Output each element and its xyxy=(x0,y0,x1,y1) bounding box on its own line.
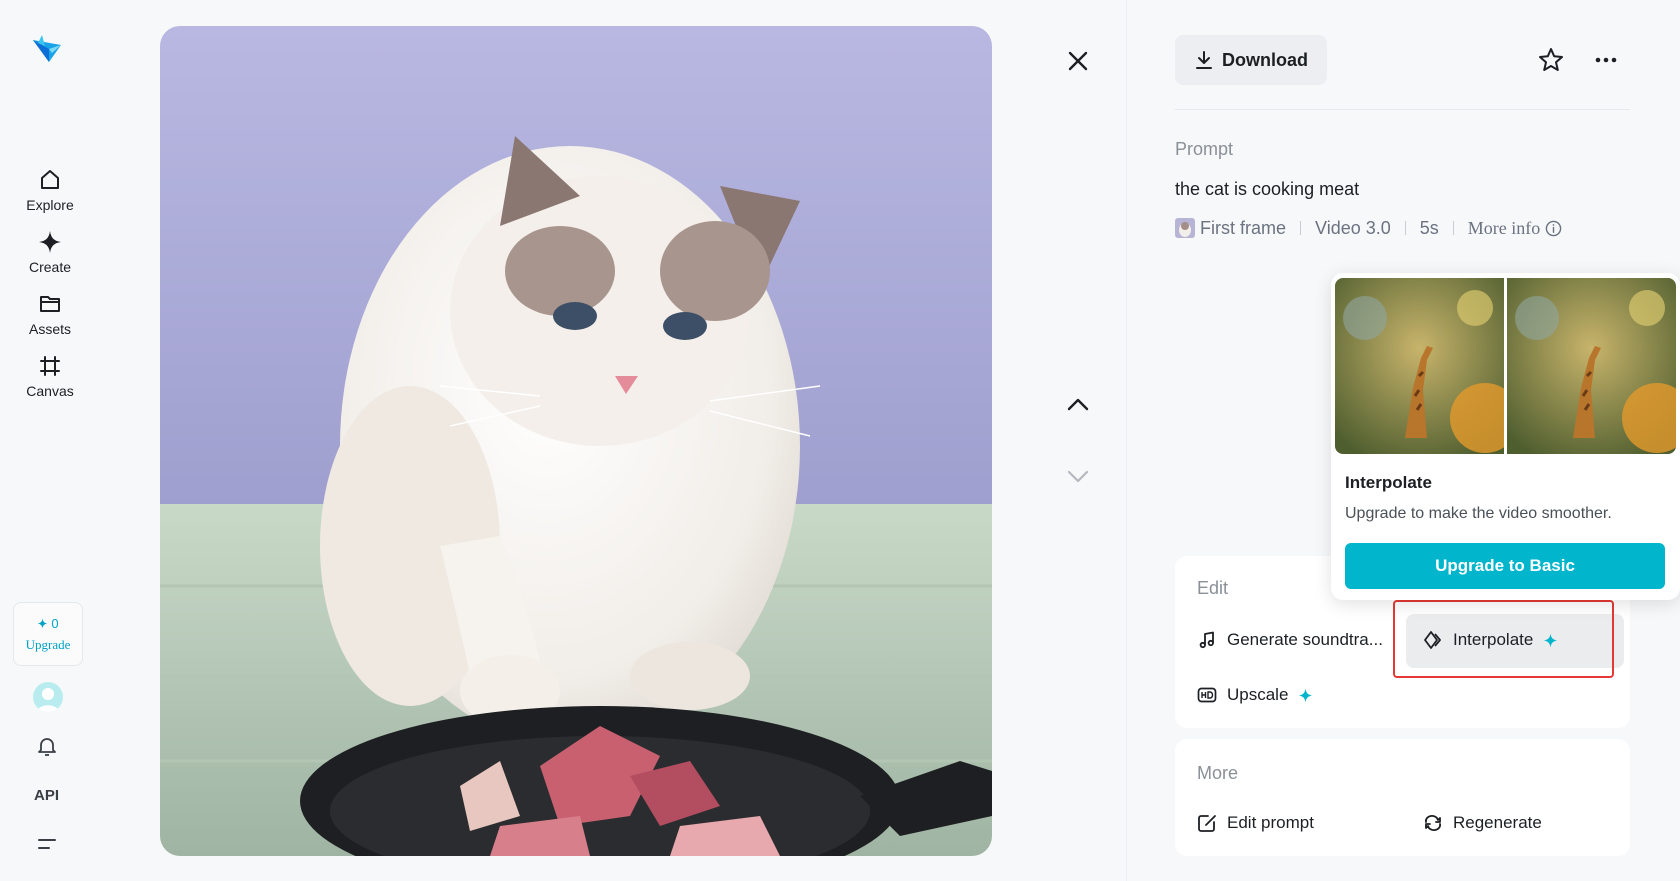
interpolate-preview-images xyxy=(1335,278,1676,454)
download-label: Download xyxy=(1222,49,1308,70)
sidebar-item-label: Explore xyxy=(26,197,74,213)
sparkle-icon xyxy=(37,229,63,255)
hd-icon xyxy=(1197,685,1217,705)
more-section-title: More xyxy=(1197,763,1239,783)
first-frame-thumbnail[interactable] xyxy=(1175,218,1195,238)
download-button[interactable]: Download xyxy=(1175,35,1327,85)
prompt-text: the cat is cooking meat xyxy=(1175,179,1360,199)
edit-section-title: Edit xyxy=(1197,578,1229,598)
canvas-icon xyxy=(37,353,63,379)
avatar[interactable] xyxy=(33,682,63,712)
sidebar-item-create[interactable]: Create xyxy=(10,224,90,280)
header-divider xyxy=(1175,109,1630,110)
bell-icon[interactable] xyxy=(35,734,59,758)
generate-soundtrack-label: Generate soundtra... xyxy=(1227,630,1383,649)
credits-count: 0 xyxy=(51,615,59,631)
first-frame-label: First frame xyxy=(1200,217,1287,238)
more-info-label: More info xyxy=(1467,217,1541,238)
sparkle-icon xyxy=(37,617,48,629)
menu-icon[interactable] xyxy=(37,836,57,852)
more-info-link[interactable]: More info xyxy=(1468,218,1562,239)
meta-separator xyxy=(1300,221,1302,235)
meta-separator xyxy=(1404,221,1406,235)
sidebar-item-explore[interactable]: Explore xyxy=(10,162,90,218)
chevron-up-icon[interactable] xyxy=(1064,391,1092,419)
edit-prompt-label: Edit prompt xyxy=(1227,813,1314,832)
video-duration: 5s xyxy=(1419,217,1439,238)
chevron-down-icon[interactable] xyxy=(1064,462,1092,490)
generated-video-preview[interactable] xyxy=(160,26,992,856)
preview-frame-after xyxy=(1507,278,1676,454)
upscale-button[interactable]: Upscale xyxy=(1197,675,1313,715)
generation-metadata: First frame Video 3.0 5s More info xyxy=(1175,216,1562,240)
edit-prompt-icon xyxy=(1197,813,1217,833)
popover-description: Upgrade to make the video smoother. xyxy=(1345,505,1612,522)
sidebar-item-assets[interactable]: Assets xyxy=(10,286,90,342)
panel-divider xyxy=(1126,0,1127,881)
popover-title: Interpolate xyxy=(1345,473,1432,492)
left-sidebar: Explore Create Assets Canvas 0 Upgrade A… xyxy=(0,0,100,881)
interpolate-upgrade-popover: Interpolate Upgrade to make the video sm… xyxy=(1331,273,1680,600)
credits-balance: 0 xyxy=(37,615,59,631)
sidebar-item-canvas[interactable]: Canvas xyxy=(10,348,90,404)
api-link[interactable]: API xyxy=(34,787,59,804)
meta-separator xyxy=(1452,221,1454,235)
regenerate-icon xyxy=(1423,813,1443,833)
upgrade-label: Upgrade xyxy=(25,636,71,652)
app-logo[interactable] xyxy=(30,32,64,66)
preview-frame-before xyxy=(1335,278,1504,454)
interpolate-label: Interpolate xyxy=(1453,630,1534,649)
close-icon[interactable] xyxy=(1064,47,1092,75)
prompt-label: Prompt xyxy=(1175,139,1234,159)
cat-cooking-image xyxy=(160,26,992,856)
edit-prompt-button[interactable]: Edit prompt xyxy=(1197,803,1314,843)
sidebar-item-label: Canvas xyxy=(26,383,74,399)
interpolate-icon xyxy=(1423,630,1443,650)
star-icon[interactable] xyxy=(1538,47,1564,73)
premium-sparkle-icon xyxy=(1299,688,1313,702)
more-options-icon[interactable] xyxy=(1592,47,1620,73)
upgrade-button[interactable]: 0 Upgrade xyxy=(13,602,83,666)
folder-icon xyxy=(37,291,63,317)
sidebar-item-label: Assets xyxy=(28,321,71,337)
upscale-label: Upscale xyxy=(1227,685,1289,704)
regenerate-button[interactable]: Regenerate xyxy=(1423,803,1542,843)
upgrade-to-basic-button[interactable]: Upgrade to Basic xyxy=(1345,543,1665,589)
download-icon xyxy=(1196,51,1212,69)
info-icon xyxy=(1545,220,1562,236)
sidebar-item-label: Create xyxy=(28,259,72,275)
generate-soundtrack-button[interactable]: Generate soundtra... xyxy=(1197,620,1383,660)
home-icon xyxy=(37,167,63,193)
premium-sparkle-icon xyxy=(1543,633,1558,647)
regenerate-label: Regenerate xyxy=(1453,813,1542,832)
music-note-icon xyxy=(1197,630,1217,650)
interpolate-button[interactable]: Interpolate xyxy=(1423,620,1558,660)
model-version: Video 3.0 xyxy=(1315,217,1391,238)
